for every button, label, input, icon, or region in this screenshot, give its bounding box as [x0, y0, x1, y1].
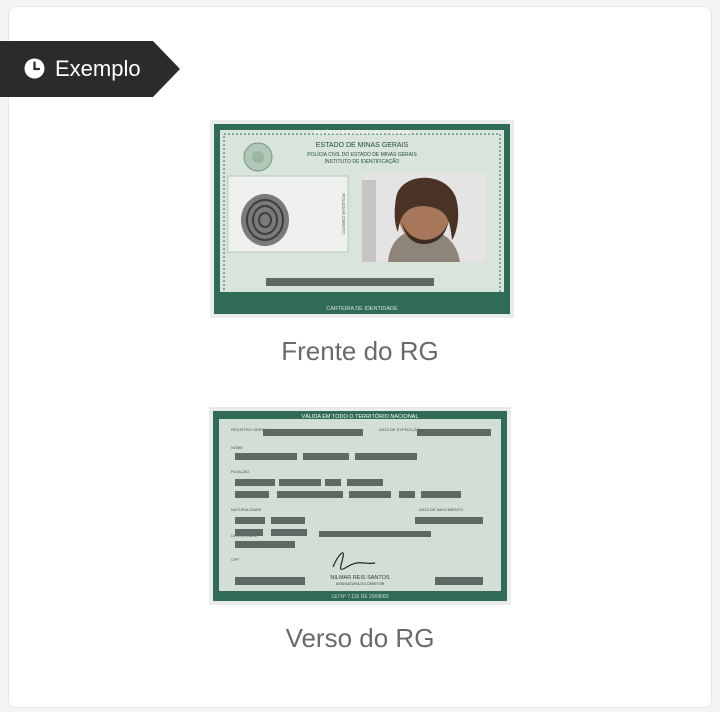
back-caption: Verso do RG: [285, 623, 435, 653]
example-badge: Exemplo: [0, 41, 180, 97]
portrait-photo: [362, 172, 486, 262]
back-signer: NILMAR REIS SANTOS: [330, 575, 390, 581]
back-label-naturalidade: NATURALIDADE: [231, 507, 262, 512]
rg-back-image: VÁLIDA EM TODO O TERRITÓRIO NACIONAL REG…: [209, 407, 511, 605]
back-footer: LEI Nº 7.116 DE 29/08/83: [331, 594, 388, 600]
back-label-cpf: CPF: [231, 557, 240, 562]
front-side-label: POLEGAR DIREITO: [341, 193, 346, 235]
front-header-4: INSTITUTO DE IDENTIFICAÇÃO: [325, 158, 400, 165]
fingerprint-icon: [241, 194, 289, 246]
front-footer: CARTEIRA DE IDENTIDADE: [326, 306, 398, 312]
back-signer-title: ASSINATURA DO DIRETOR: [336, 582, 385, 586]
front-header-3: POLÍCIA CIVIL DO ESTADO DE MINAS GERAIS: [307, 151, 417, 158]
clock-icon: [24, 58, 45, 79]
back-label-registro: REGISTRO GERAL: [231, 427, 267, 432]
back-label-nascimento: DATA DE NASCIMENTO: [419, 507, 463, 512]
rg-front-image: REPÚBLICA FEDERATIVA DO BRASIL ESTADO DE…: [210, 120, 514, 318]
badge-label: Exemplo: [55, 56, 141, 81]
back-label-expedicao: DATA DE EXPEDIÇÃO: [379, 427, 420, 432]
back-label-filiacao: FILIAÇÃO: [231, 469, 249, 474]
front-header-2: ESTADO DE MINAS GERAIS: [316, 142, 409, 149]
front-header-1: REPÚBLICA FEDERATIVA DO BRASIL: [314, 129, 411, 136]
back-header: VÁLIDA EM TODO O TERRITÓRIO NACIONAL: [301, 413, 418, 420]
back-label-nome: NOME: [231, 445, 243, 450]
front-caption: Frente do RG: [281, 336, 439, 366]
